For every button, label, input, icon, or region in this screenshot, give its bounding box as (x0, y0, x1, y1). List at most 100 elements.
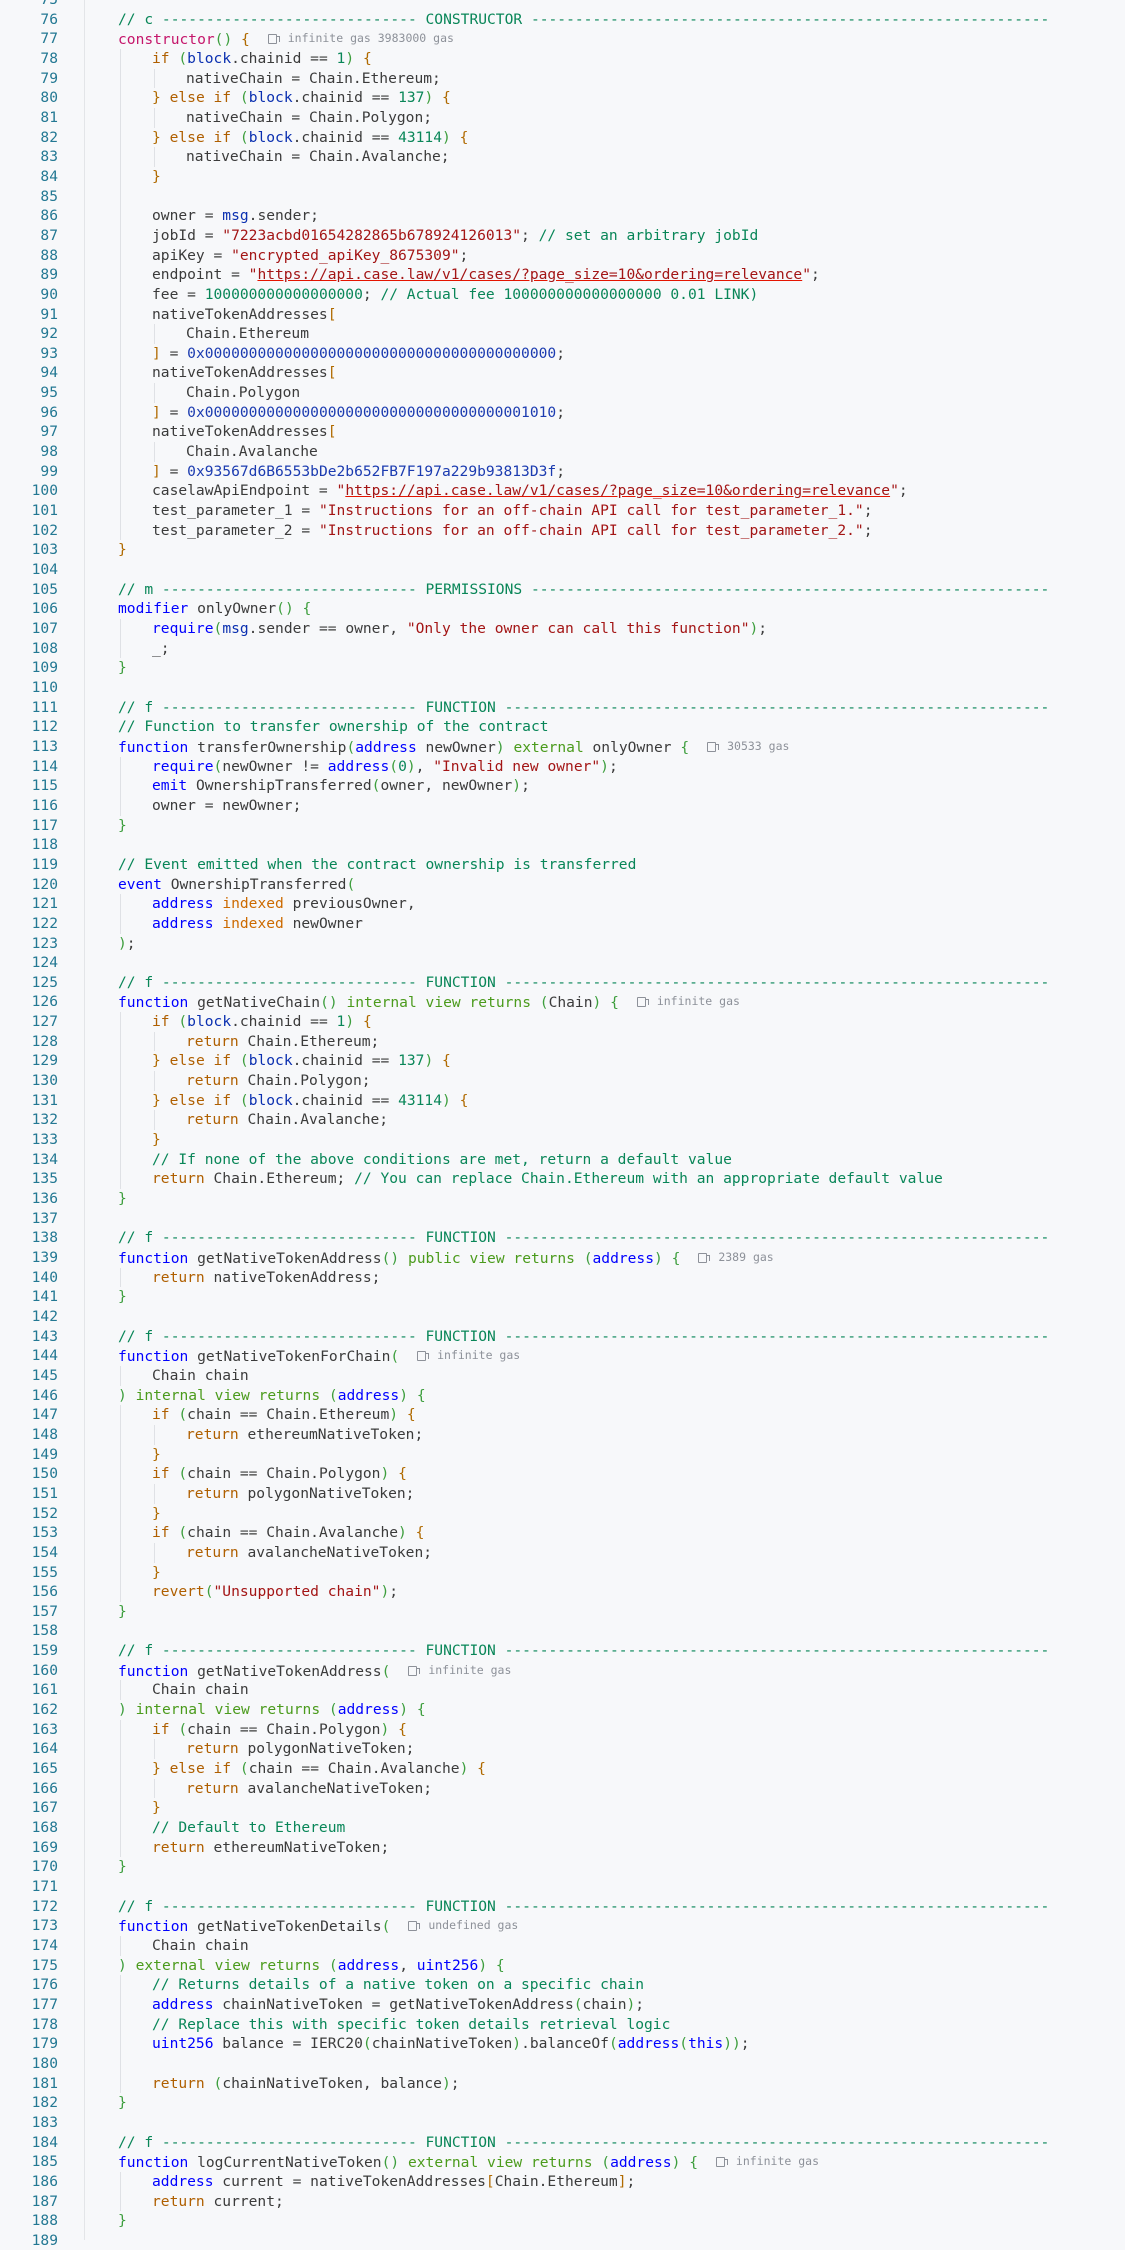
code-line[interactable]: 130 return Chain.Polygon; (0, 1071, 1125, 1091)
code-text[interactable]: // f ----------------------------- FUNCT… (58, 1641, 1125, 1661)
code-text[interactable]: return ethereumNativeToken; (58, 1424, 1125, 1445)
code-text[interactable]: ) external view returns (address, uint25… (58, 1956, 1125, 1976)
code-text[interactable]: nativeChain = Chain.Polygon; (58, 107, 1125, 128)
code-text[interactable]: ); (58, 934, 1125, 954)
code-text[interactable]: address chainNativeToken = getNativeToke… (58, 1994, 1125, 2015)
code-text[interactable]: constructor() { infinite gas 3983000 gas (58, 29, 1125, 49)
code-line[interactable]: 104 (0, 560, 1125, 580)
code-line[interactable]: 115 emit OwnershipTransferred(owner, newO… (0, 776, 1125, 796)
code-text[interactable] (58, 0, 1125, 10)
code-line[interactable]: 79 nativeChain = Chain.Ethereum; (0, 68, 1125, 89)
code-text[interactable]: event OwnershipTransferred( (58, 875, 1125, 895)
code-text[interactable]: } else if (chain == Chain.Avalanche) { (58, 1759, 1125, 1779)
code-line[interactable]: 142 (0, 1307, 1125, 1327)
code-line[interactable]: 86 owner = msg.sender; (0, 206, 1125, 226)
code-text[interactable]: function getNativeTokenAddress() public … (58, 1248, 1125, 1268)
code-text[interactable]: // f ----------------------------- FUNCT… (58, 2133, 1125, 2153)
code-text[interactable] (58, 1209, 1125, 1229)
code-line[interactable]: 163 if (chain == Chain.Polygon) { (0, 1719, 1125, 1740)
code-text[interactable] (58, 835, 1125, 855)
code-line[interactable]: 152} (0, 1503, 1125, 1524)
code-line[interactable]: 128 return Chain.Ethereum; (0, 1031, 1125, 1052)
code-line[interactable]: 127 if (block.chainid == 1) { (0, 1012, 1125, 1032)
code-line[interactable]: 165} else if (chain == Chain.Avalanche) … (0, 1759, 1125, 1779)
code-text[interactable]: ) internal view returns (address) { (58, 1700, 1125, 1720)
code-line[interactable]: 101 test_parameter_1 = "Instructions for … (0, 501, 1125, 521)
code-line[interactable]: 174 Chain chain (0, 1935, 1125, 1956)
code-text[interactable]: // Returns details of a native token on … (58, 1975, 1125, 1995)
code-text[interactable] (58, 186, 1125, 207)
code-text[interactable]: if (chain == Chain.Polygon) { (58, 1719, 1125, 1740)
code-text[interactable]: require(msg.sender == owner, "Only the o… (58, 619, 1125, 639)
code-line[interactable]: 90 fee = 100000000000000000; // Actual fe… (0, 284, 1125, 305)
code-line[interactable]: 111 // f ----------------------------- FU… (0, 698, 1125, 718)
code-line[interactable]: 135 return Chain.Ethereum; // You can rep… (0, 1169, 1125, 1190)
code-text[interactable]: nativeChain = Chain.Ethereum; (58, 68, 1125, 89)
code-text[interactable]: } (58, 1562, 1125, 1583)
code-text[interactable]: // f ----------------------------- FUNCT… (58, 1228, 1125, 1248)
code-line[interactable]: 129} else if (block.chainid == 137) { (0, 1051, 1125, 1072)
code-text[interactable]: if (block.chainid == 1) { (58, 48, 1125, 69)
code-line[interactable]: 164 return polygonNativeToken; (0, 1739, 1125, 1760)
code-line[interactable]: 161 Chain chain (0, 1680, 1125, 1701)
code-text[interactable]: } (58, 1287, 1125, 1307)
code-text[interactable]: apiKey = "encrypted_apiKey_8675309"; (58, 245, 1125, 266)
code-line[interactable]: 184 // f ----------------------------- FU… (0, 2133, 1125, 2153)
code-line[interactable]: 169 return ethereumNativeToken; (0, 1837, 1125, 1858)
code-line[interactable]: 179 uint256 balance = IERC20(chainNativeT… (0, 2034, 1125, 2054)
code-line[interactable]: 105 // m ----------------------------- PE… (0, 580, 1125, 600)
code-line[interactable]: 146) internal view returns (address) { (0, 1386, 1125, 1406)
code-line[interactable]: 154 return avalancheNativeToken; (0, 1542, 1125, 1563)
code-line[interactable]: 178 // Replace this with specific token d… (0, 2014, 1125, 2035)
code-text[interactable]: function getNativeChain() internal view … (58, 992, 1125, 1012)
code-text[interactable]: return current; (58, 2191, 1125, 2212)
code-text[interactable]: revert("Unsupported chain"); (58, 1582, 1125, 1602)
code-text[interactable]: // Event emitted when the contract owner… (58, 855, 1125, 875)
code-line[interactable]: 137 (0, 1209, 1125, 1229)
code-line[interactable]: 131} else if (block.chainid == 43114) { (0, 1090, 1125, 1111)
code-text[interactable]: _; (58, 638, 1125, 659)
code-text[interactable] (58, 953, 1125, 973)
code-line[interactable]: 87 jobId = "7223acbd01654282865b678924126… (0, 225, 1125, 246)
code-line[interactable]: 175) external view returns (address, uin… (0, 1956, 1125, 1976)
code-line[interactable]: 76 // c ----------------------------- CON… (0, 10, 1125, 30)
code-text[interactable]: endpoint = "https://api.case.law/v1/case… (58, 265, 1125, 285)
code-text[interactable] (58, 2113, 1125, 2133)
code-line[interactable]: 124 (0, 953, 1125, 973)
code-text[interactable]: return avalancheNativeToken; (58, 1778, 1125, 1799)
code-text[interactable]: owner = newOwner; (58, 795, 1125, 816)
code-text[interactable]: return Chain.Polygon; (58, 1071, 1125, 1091)
code-line[interactable]: 158 (0, 1621, 1125, 1641)
code-text[interactable]: // Function to transfer ownership of the… (58, 717, 1125, 737)
code-line[interactable]: 143 // f ----------------------------- FU… (0, 1327, 1125, 1347)
code-text[interactable]: nativeTokenAddresses[ (58, 422, 1125, 443)
code-text[interactable] (58, 1877, 1125, 1897)
code-line[interactable]: 180 (0, 2053, 1125, 2074)
code-text[interactable]: modifier onlyOwner() { (58, 599, 1125, 619)
code-text[interactable]: if (chain == Chain.Avalanche) { (58, 1523, 1125, 1543)
code-text[interactable] (58, 2231, 1125, 2250)
code-text[interactable]: require(newOwner != address(0), "Invalid… (58, 756, 1125, 777)
code-line[interactable]: 108 _; (0, 638, 1125, 659)
code-text[interactable]: function getNativeTokenDetails( undefine… (58, 1916, 1125, 1936)
code-line[interactable]: 89 endpoint = "https://api.case.law/v1/ca… (0, 265, 1125, 285)
code-text[interactable]: // f ----------------------------- FUNCT… (58, 973, 1125, 993)
code-text[interactable]: return polygonNativeToken; (58, 1483, 1125, 1504)
code-line[interactable]: 139 function getNativeTokenAddress() publ… (0, 1248, 1125, 1268)
code-text[interactable]: } else if (block.chainid == 43114) { (58, 127, 1125, 148)
code-text[interactable]: } (58, 2211, 1125, 2231)
code-text[interactable]: return avalancheNativeToken; (58, 1542, 1125, 1563)
code-line[interactable]: 83 nativeChain = Chain.Avalanche; (0, 147, 1125, 167)
code-text[interactable]: // If none of the above conditions are m… (58, 1149, 1125, 1170)
code-line[interactable]: 109} (0, 658, 1125, 678)
code-text[interactable]: Chain chain (58, 1680, 1125, 1701)
code-line[interactable]: 113 function transferOwnership(address ne… (0, 737, 1125, 757)
code-line[interactable]: 120 event OwnershipTransferred( (0, 875, 1125, 895)
code-line[interactable]: 172 // f ----------------------------- FU… (0, 1897, 1125, 1917)
code-text[interactable]: } (58, 1130, 1125, 1150)
code-line[interactable]: 75 (0, 0, 1125, 10)
code-line[interactable]: 186 address current = nativeTokenAddresse… (0, 2171, 1125, 2192)
code-line[interactable]: 187 return current; (0, 2191, 1125, 2212)
code-text[interactable]: return ethereumNativeToken; (58, 1837, 1125, 1858)
code-text[interactable] (58, 2053, 1125, 2074)
